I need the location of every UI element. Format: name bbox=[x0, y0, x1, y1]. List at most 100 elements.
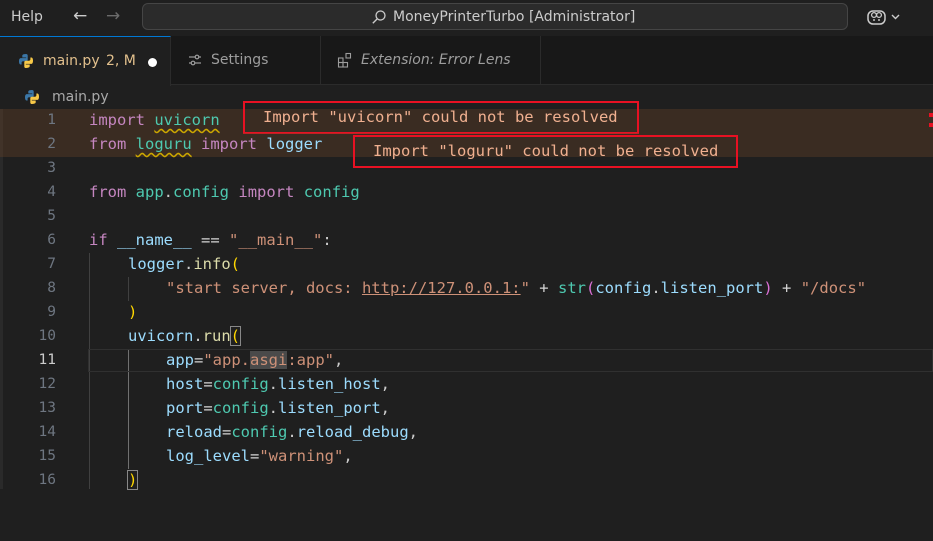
code-token: reload bbox=[166, 423, 222, 441]
tab-label: Extension: Error Lens bbox=[361, 52, 511, 68]
code-token: = bbox=[203, 375, 213, 393]
tab-label: main.py bbox=[43, 53, 100, 69]
code-token: = bbox=[250, 447, 260, 465]
code-text: import uvicorn bbox=[89, 111, 220, 129]
line-number: 16 bbox=[38, 472, 56, 488]
code-token: ( bbox=[585, 279, 596, 297]
line-number: 14 bbox=[38, 424, 56, 440]
code-token: logger bbox=[266, 135, 323, 153]
code-text: log_level="warning", bbox=[166, 447, 353, 465]
code-token: :app" bbox=[287, 351, 335, 369]
code-editor[interactable]: 1 import uvicorn Import "uvicorn" could … bbox=[0, 101, 933, 490]
code-token: uvicorn bbox=[154, 111, 220, 129]
code-token: if bbox=[89, 231, 108, 249]
line-number: 13 bbox=[38, 400, 56, 416]
code-token: . bbox=[287, 423, 297, 441]
code-token: import bbox=[238, 183, 295, 201]
code-token: from bbox=[89, 135, 127, 153]
line-number: 2 bbox=[47, 136, 56, 152]
line-number: 10 bbox=[38, 328, 56, 344]
code-token: . bbox=[268, 399, 279, 417]
title-bar: Help ← → MoneyPrinterTurbo [Administrato… bbox=[0, 0, 933, 36]
search-icon bbox=[372, 10, 386, 24]
code-line: 4 from app.config import config bbox=[0, 181, 933, 205]
line-number: 1 bbox=[47, 112, 56, 128]
code-token: + bbox=[539, 279, 549, 297]
scrollbar-error-marker bbox=[929, 123, 933, 127]
close-dot-icon[interactable] bbox=[148, 58, 157, 67]
line-number: 11 bbox=[38, 352, 56, 368]
code-token: port bbox=[166, 399, 204, 417]
tab-main-py[interactable]: main.py 2, M bbox=[0, 36, 171, 86]
code-token: from bbox=[89, 183, 127, 201]
code-line: 9 ) bbox=[0, 301, 933, 325]
line-number: 12 bbox=[38, 376, 56, 392]
code-token: ( bbox=[229, 326, 242, 346]
code-token: . bbox=[651, 279, 661, 297]
code-token: config bbox=[303, 183, 360, 201]
code-line: 2 from loguru import logger Import "logu… bbox=[0, 133, 933, 168]
code-token: __name__ bbox=[117, 231, 192, 249]
tab-extension-error-lens[interactable]: Extension: Error Lens bbox=[321, 36, 541, 85]
code-token: ) bbox=[763, 279, 773, 297]
line-number: 4 bbox=[47, 184, 56, 200]
code-text: port=config.listen_port, bbox=[166, 399, 390, 417]
tab-settings[interactable]: Settings bbox=[171, 36, 321, 85]
tab-bar: main.py 2, M Settings Extension: Error L… bbox=[0, 36, 933, 86]
code-text: host=config.listen_host, bbox=[166, 375, 390, 393]
code-text: if __name__ == "__main__": bbox=[89, 231, 332, 249]
copilot-icon[interactable] bbox=[866, 7, 902, 27]
code-token: app bbox=[135, 183, 164, 201]
code-line-current: 11 app="app.asgi:app", bbox=[0, 349, 933, 373]
line-number: 15 bbox=[38, 448, 56, 464]
code-token: + bbox=[782, 279, 792, 297]
code-token: uvicorn bbox=[128, 327, 194, 345]
code-token: import bbox=[201, 135, 258, 153]
code-token: "__main__" bbox=[229, 231, 323, 249]
error-lens-message: Import "uvicorn" could not be resolved bbox=[243, 101, 639, 134]
code-line: 10 uvicorn.run( bbox=[0, 325, 933, 349]
code-token: app bbox=[166, 351, 194, 369]
code-token: "start server, docs: bbox=[166, 279, 362, 297]
arrow-right-icon[interactable]: → bbox=[106, 6, 120, 26]
code-line: 7 logger.info( bbox=[0, 253, 933, 277]
command-center[interactable]: MoneyPrinterTurbo [Administrator] bbox=[142, 3, 848, 30]
code-token: config bbox=[173, 183, 230, 201]
code-line: 12 host=config.listen_host, bbox=[0, 373, 933, 397]
line-number: 5 bbox=[47, 208, 56, 224]
code-token: host bbox=[166, 375, 204, 393]
code-token: , bbox=[380, 375, 391, 393]
window-title: MoneyPrinterTurbo [Administrator] bbox=[393, 9, 636, 25]
code-link[interactable]: http://127.0.0.1: bbox=[362, 279, 521, 297]
code-token: , bbox=[380, 399, 391, 417]
code-token: import bbox=[89, 111, 145, 129]
python-file-icon bbox=[19, 54, 33, 68]
code-token: ) bbox=[126, 470, 139, 490]
code-line: 13 port=config.listen_port, bbox=[0, 397, 933, 421]
code-token: == bbox=[201, 231, 220, 249]
code-line: 15 log_level="warning", bbox=[0, 445, 933, 469]
code-token: config bbox=[212, 399, 269, 417]
tab-label: Settings bbox=[211, 52, 269, 68]
code-token: reload_debug bbox=[296, 423, 409, 441]
code-token: listen_port bbox=[660, 279, 764, 297]
breadcrumb-file[interactable]: main.py bbox=[52, 89, 109, 105]
code-line: 5 bbox=[0, 205, 933, 229]
python-file-icon bbox=[25, 90, 39, 104]
line-number: 6 bbox=[47, 232, 56, 248]
code-text: uvicorn.run( bbox=[128, 326, 242, 346]
arrow-left-icon[interactable]: ← bbox=[73, 6, 87, 26]
code-text: logger.info( bbox=[128, 255, 240, 273]
code-token: ) bbox=[128, 303, 138, 321]
code-token: . bbox=[193, 327, 203, 345]
code-token: "warning" bbox=[259, 447, 344, 465]
code-token: ( bbox=[230, 255, 241, 273]
code-token: run bbox=[202, 327, 231, 345]
code-token: : bbox=[322, 231, 332, 249]
line-number: 3 bbox=[47, 160, 56, 176]
code-token: = bbox=[222, 423, 232, 441]
menu-help[interactable]: Help bbox=[11, 9, 43, 25]
code-token: = bbox=[194, 351, 204, 369]
code-token: "app. bbox=[203, 351, 251, 369]
code-text: from app.config import config bbox=[89, 183, 360, 201]
